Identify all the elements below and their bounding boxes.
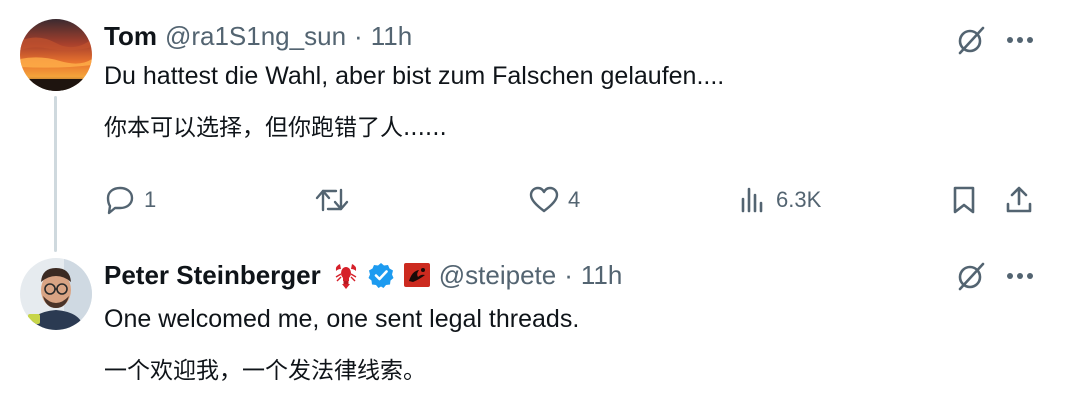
user-handle[interactable]: @steipete bbox=[439, 259, 556, 291]
share-button[interactable] bbox=[1004, 178, 1034, 222]
avatar-image bbox=[20, 258, 92, 330]
avatar-tom[interactable] bbox=[20, 19, 92, 91]
thread-connector bbox=[54, 96, 57, 252]
timestamp[interactable]: 11h bbox=[581, 259, 622, 291]
reply-button[interactable]: 1 bbox=[104, 178, 156, 222]
retweet-icon bbox=[315, 188, 349, 212]
verified-badge[interactable] bbox=[367, 261, 395, 289]
like-count: 4 bbox=[568, 187, 581, 212]
user-handle[interactable]: @ra1S1ng_sun bbox=[165, 20, 346, 52]
reply-count: 1 bbox=[144, 187, 157, 212]
display-name[interactable]: Tom bbox=[104, 20, 157, 52]
display-name[interactable]: Peter Steinberger bbox=[104, 259, 321, 291]
tweet-text-german: Du hattest die Wahl, aber bist zum Falsc… bbox=[104, 62, 725, 90]
tweet-text-chinese: 你本可以选择，但你跑错了人...... bbox=[104, 115, 447, 141]
dot-separator: · bbox=[564, 260, 573, 290]
views-count: 6.3K bbox=[776, 187, 822, 212]
retweet-button[interactable] bbox=[314, 178, 350, 222]
lobster-emoji bbox=[331, 260, 361, 290]
grok-icon[interactable] bbox=[952, 21, 990, 59]
tweet-header: Tom @ra1S1ng_sun · 11h bbox=[104, 20, 412, 52]
tweet-header: Peter Steinberger @steipete · 11h bbox=[104, 259, 622, 291]
bookmark-icon bbox=[953, 186, 975, 214]
tweet-text-english: One welcomed me, one sent legal threads. bbox=[104, 305, 580, 333]
views-button[interactable]: 6.3K bbox=[738, 178, 821, 222]
avatar-image bbox=[20, 19, 92, 91]
more-icon[interactable] bbox=[1000, 21, 1040, 59]
bookmark-button[interactable] bbox=[950, 178, 978, 222]
tweet-text-chinese: 一个欢迎我，一个发法律线索。 bbox=[104, 358, 426, 384]
grok-icon[interactable] bbox=[952, 257, 990, 295]
timestamp[interactable]: 11h bbox=[371, 20, 412, 52]
affiliate-badge[interactable] bbox=[403, 261, 431, 289]
dot-separator: · bbox=[354, 21, 363, 51]
reply-icon bbox=[106, 186, 134, 215]
tweet-thread: Tom @ra1S1ng_sun · 11h Du hattest die Wa… bbox=[0, 0, 1080, 401]
avatar-peter[interactable] bbox=[20, 258, 92, 330]
like-button[interactable]: 4 bbox=[528, 178, 580, 222]
share-icon bbox=[1006, 186, 1032, 213]
views-icon bbox=[741, 187, 763, 213]
like-icon bbox=[529, 186, 559, 213]
more-icon[interactable] bbox=[1000, 257, 1040, 295]
